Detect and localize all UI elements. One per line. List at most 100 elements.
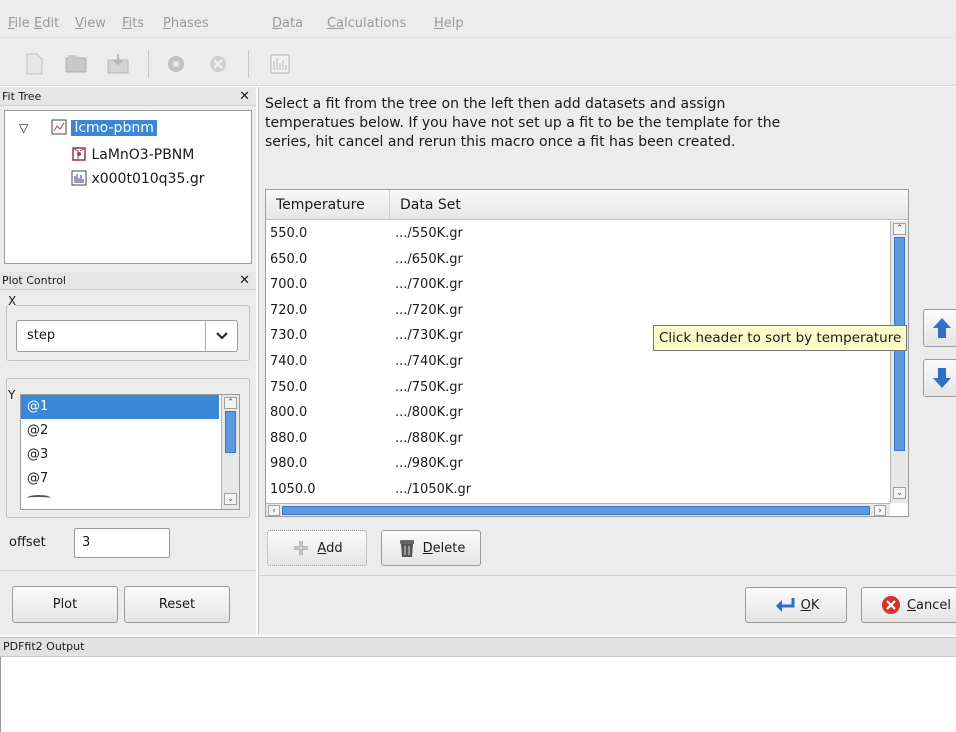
plot-button-label: Plot — [52, 597, 78, 612]
expander-icon[interactable]: ▽ — [19, 117, 28, 139]
menu-fits[interactable]: Fits — [122, 16, 144, 31]
scroll-down-icon[interactable]: ⌄ — [893, 487, 906, 499]
tree-item-dataset[interactable]: x000t010q35.gr — [71, 168, 204, 190]
add-button-label: Add — [317, 540, 343, 556]
close-icon[interactable]: ✕ — [239, 272, 250, 290]
toolbar-separator — [148, 50, 149, 78]
header-dataset[interactable]: Data Set — [390, 190, 890, 220]
output-title: PDFfit2 Output — [3, 640, 85, 653]
table-header: Temperature Data Set — [266, 190, 908, 220]
chevron-down-icon — [216, 332, 228, 340]
y-list-item-partial — [27, 495, 51, 501]
y-list-scrollbar[interactable]: ⌃ ⌄ — [221, 395, 239, 509]
fit-tree[interactable]: ▽ lcmo-pbnm LaMnO3-PBNM x000t010q35.gr — [4, 110, 252, 264]
ok-button-label: OK — [800, 597, 820, 613]
y-list-item[interactable]: @3 — [21, 443, 219, 467]
plot-control-pane: Plot Control ✕ X step Y @1 @2 @3 @7 ⌃ ⌄ … — [0, 272, 256, 634]
ok-icon — [775, 598, 795, 612]
y-list[interactable]: @1 @2 @3 @7 ⌃ ⌄ — [20, 394, 240, 510]
dataset-table[interactable]: Temperature Data Set 550.0 .../550K.gr 65… — [265, 189, 909, 517]
scroll-up-icon[interactable]: ⌃ — [224, 397, 237, 409]
dataset-icon — [71, 170, 87, 186]
reset-button[interactable]: Reset — [124, 586, 230, 623]
trash-icon — [399, 540, 414, 557]
scroll-thumb[interactable] — [225, 411, 236, 453]
add-button[interactable]: Add — [267, 530, 367, 566]
temperature-cell: 1050.0 — [270, 482, 316, 497]
run-icon[interactable] — [164, 52, 188, 76]
menu-data[interactable]: Data — [272, 16, 303, 31]
delete-button[interactable]: Delete — [381, 530, 481, 566]
scroll-right-icon[interactable]: › — [874, 505, 886, 516]
output-text[interactable] — [0, 657, 956, 732]
fit-tree-header: Fit Tree ✕ — [0, 88, 256, 106]
temperature-cell: 740.0 — [270, 354, 308, 369]
y-list-item[interactable]: @2 — [21, 419, 219, 443]
tree-item-fit[interactable]: lcmo-pbnm — [51, 117, 157, 139]
close-icon[interactable]: ✕ — [239, 88, 250, 106]
series-dialog: Select a fit from the tree on the left t… — [258, 87, 956, 635]
tree-item-dataset-label: x000t010q35.gr — [91, 171, 205, 187]
dataset-cell: .../750K.gr — [395, 379, 463, 395]
y-list-item[interactable]: @1 — [21, 395, 219, 419]
y-list-item[interactable]: @7 — [21, 467, 219, 491]
temperature-cell: 800.0 — [270, 405, 308, 421]
temperature-cell: 980.0 — [270, 456, 308, 472]
temperature-cell: 720.0 — [270, 302, 308, 318]
header-temperature[interactable]: Temperature — [266, 190, 390, 220]
cancel-button-label: Cancel — [906, 597, 952, 613]
scroll-thumb[interactable] — [282, 506, 870, 515]
output-header: PDFfit2 Output — [0, 637, 956, 657]
menu-phases[interactable]: Phases — [163, 16, 209, 31]
move-down-button[interactable] — [923, 359, 956, 397]
save-icon[interactable] — [106, 52, 130, 76]
temperature-cell: 880.0 — [270, 430, 308, 446]
dataset-cell: .../720K.gr — [395, 302, 463, 318]
x-select-divider — [205, 321, 206, 351]
dataset-cell: .../740K.gr — [395, 354, 463, 369]
fit-tree-title: Fit Tree — [2, 90, 42, 103]
plot-icon[interactable] — [268, 52, 292, 76]
fit-tree-pane: Fit Tree ✕ ▽ lcmo-pbnm LaMnO3-PBNM x000t… — [0, 88, 256, 268]
tree-item-fit-label: lcmo-pbnm — [71, 120, 157, 136]
reset-button-label: Reset — [158, 597, 196, 612]
toolbar-separator — [248, 50, 249, 78]
arrow-down-icon — [933, 368, 951, 388]
dataset-cell: .../880K.gr — [395, 430, 463, 446]
x-select[interactable]: step — [16, 320, 238, 352]
delete-button-label: Delete — [422, 540, 466, 556]
toolbar — [0, 38, 956, 86]
table-vscroll[interactable]: ⌃ ⌄ — [890, 221, 908, 503]
sort-tooltip: Click header to sort by temperature — [653, 325, 908, 351]
cancel-icon — [881, 596, 900, 614]
plot-button[interactable]: Plot — [12, 586, 118, 623]
scroll-down-icon[interactable]: ⌄ — [224, 493, 237, 505]
cancel-button[interactable]: Cancel — [861, 587, 956, 623]
move-up-button[interactable] — [923, 309, 956, 347]
offset-value: 3 — [82, 535, 91, 550]
y-group-label: Y — [8, 388, 16, 402]
temperature-cell: 650.0 — [270, 251, 308, 267]
offset-label: offset — [9, 535, 46, 550]
ok-button[interactable]: OK — [745, 587, 847, 623]
new-icon[interactable] — [22, 52, 46, 76]
dataset-cell: .../1050K.gr — [395, 482, 472, 497]
menu-edit[interactable]: Edit — [34, 16, 59, 31]
dataset-cell: .../650K.gr — [395, 251, 463, 267]
menu-view[interactable]: View — [75, 16, 106, 31]
temperature-cell: 750.0 — [270, 379, 308, 395]
temperature-cell: 550.0 — [270, 226, 308, 241]
dataset-cell: .../800K.gr — [395, 405, 463, 421]
offset-field[interactable]: 3 — [74, 528, 170, 558]
stop-icon[interactable] — [206, 52, 230, 76]
dataset-cell: .../550K.gr — [395, 226, 463, 241]
scroll-up-icon[interactable]: ⌃ — [893, 223, 906, 235]
table-hscroll[interactable]: ‹ › — [266, 503, 890, 516]
menu-calculations[interactable]: Calculations — [327, 16, 406, 31]
open-icon[interactable] — [64, 52, 88, 76]
tree-item-phase[interactable]: LaMnO3-PBNM — [71, 144, 194, 166]
phase-icon — [72, 147, 86, 161]
menu-help[interactable]: Help — [434, 16, 464, 31]
menu-file[interactable]: File — [8, 16, 30, 31]
scroll-left-icon[interactable]: ‹ — [268, 505, 280, 516]
